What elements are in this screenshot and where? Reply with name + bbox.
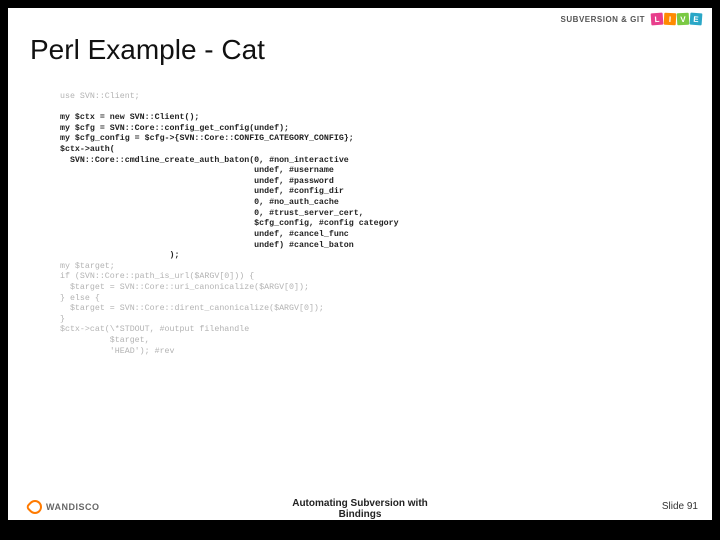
live-l-icon: L: [651, 13, 664, 26]
code-line: my $cfg_config = $cfg->{SVN::Core::CONFI…: [60, 134, 354, 143]
footer-title: Automating Subversion with Bindings: [8, 498, 712, 520]
code-line: undef) #cancel_baton: [60, 241, 354, 250]
code-line: if (SVN::Core::path_is_url($ARGV[0])) {: [60, 272, 254, 281]
code-line: $target = SVN::Core::uri_canonicalize($A…: [60, 283, 309, 292]
code-line: $ctx->auth(: [60, 145, 115, 154]
code-line: SVN::Core::cmdline_create_auth_baton(0, …: [60, 156, 349, 165]
code-line: $target = SVN::Core::dirent_canonicalize…: [60, 304, 324, 313]
code-line: } else {: [60, 294, 100, 303]
brand-text: SUBVERSION & GIT: [561, 15, 645, 24]
live-v-icon: V: [677, 13, 690, 26]
code-line: $target,: [60, 336, 150, 345]
slide: SUBVERSION & GIT L I V E Perl Example - …: [8, 8, 712, 520]
footer-line1: Automating Subversion with: [8, 498, 712, 509]
live-logo: L I V E: [651, 13, 702, 25]
code-line: use SVN::Client;: [60, 92, 140, 101]
live-i-icon: I: [664, 13, 677, 26]
code-line: undef, #password: [60, 177, 334, 186]
code-line: undef, #cancel_func: [60, 230, 349, 239]
live-e-icon: E: [690, 13, 703, 26]
code-line: undef, #username: [60, 166, 334, 175]
slide-number: Slide 91: [662, 501, 698, 512]
footer-line2: Bindings: [8, 509, 712, 520]
thumbnail-strip: [0, 530, 720, 540]
code-line: $cfg_config, #config category: [60, 219, 399, 228]
code-line: 0, #trust_server_cert,: [60, 209, 364, 218]
code-line: $ctx->cat(\*STDOUT, #output filehandle: [60, 325, 249, 334]
code-line: }: [60, 315, 65, 324]
code-block: use SVN::Client; my $ctx = new SVN::Clie…: [60, 92, 399, 357]
page-title: Perl Example - Cat: [30, 34, 265, 66]
header: SUBVERSION & GIT L I V E: [8, 8, 712, 28]
code-line: my $target;: [60, 262, 115, 271]
code-line: my $ctx = new SVN::Client();: [60, 113, 199, 122]
code-line: );: [60, 251, 180, 260]
code-line: 'HEAD'); #rev: [60, 347, 175, 356]
code-line: 0, #no_auth_cache: [60, 198, 339, 207]
code-line: my $cfg = SVN::Core::config_get_config(u…: [60, 124, 289, 133]
code-line: undef, #config_dir: [60, 187, 344, 196]
